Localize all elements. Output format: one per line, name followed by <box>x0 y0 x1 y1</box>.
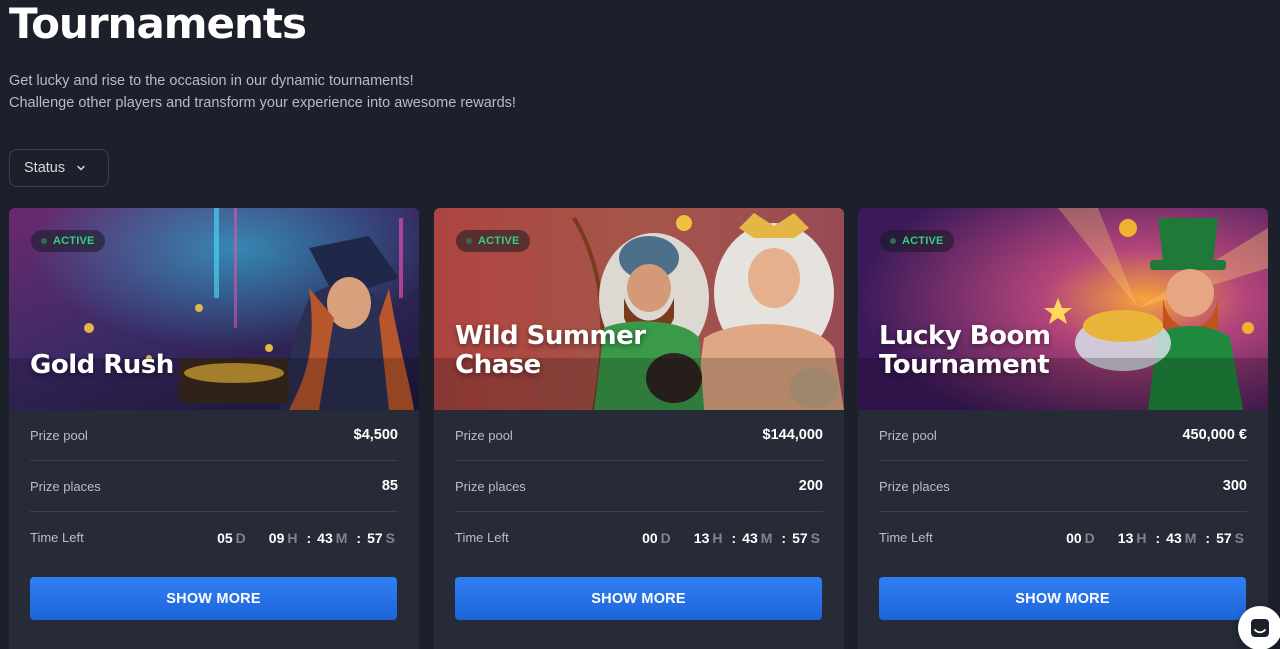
prize-places-row: Prize places 85 <box>30 461 398 512</box>
timer-separator: : <box>356 529 362 546</box>
prize-places-value: 85 <box>381 478 398 494</box>
page-title: Tournaments <box>9 0 307 48</box>
status-badge-label: ACTIVE <box>902 235 944 247</box>
tournament-title: Gold Rush <box>30 350 174 380</box>
prize-places-label: Prize places <box>879 478 950 494</box>
show-more-button[interactable]: SHOW MORE <box>879 577 1246 620</box>
timer-seconds: 57 <box>792 529 808 546</box>
status-badge-label: ACTIVE <box>478 235 520 247</box>
timer-hours: 09 <box>268 529 285 546</box>
timer-minutes-unit: M <box>335 529 348 546</box>
time-left-label: Time Left <box>879 530 933 545</box>
time-left-row: Time Left 00 D 13 H : 43 M : 57 S <box>879 512 1247 563</box>
timer-days: 05 <box>217 529 233 546</box>
prize-places-label: Prize places <box>30 478 101 494</box>
prize-pool-value: 450,000 € <box>1182 427 1247 443</box>
timer-hours-unit: H <box>287 529 298 546</box>
timer-days-unit: D <box>235 529 246 546</box>
timer-days-unit: D <box>1084 529 1095 546</box>
prize-pool-row: Prize pool 450,000 € <box>879 410 1247 461</box>
prize-pool-label: Prize pool <box>879 427 937 443</box>
intro-line-1: Get lucky and rise to the occasion in ou… <box>9 73 414 89</box>
timer-seconds: 57 <box>367 529 383 546</box>
prize-places-value: 300 <box>1222 478 1247 494</box>
tournament-banner[interactable]: ACTIVE Lucky Boom Tournament <box>858 208 1268 410</box>
timer-separator: : <box>1155 529 1161 546</box>
timer-days: 00 <box>642 529 658 546</box>
timer-minutes: 43 <box>317 529 333 546</box>
time-left-label: Time Left <box>455 530 509 545</box>
prize-places-row: Prize places 200 <box>455 461 823 512</box>
timer-minutes-unit: M <box>760 529 773 546</box>
show-more-button[interactable]: SHOW MORE <box>455 577 822 620</box>
timer-days: 00 <box>1066 529 1082 546</box>
timer-minutes: 43 <box>742 529 758 546</box>
prize-pool-value: $144,000 <box>762 427 823 443</box>
status-badge-label: ACTIVE <box>53 235 95 247</box>
chat-icon <box>1251 619 1269 637</box>
timer-seconds-unit: S <box>1234 529 1244 546</box>
prize-pool-row: Prize pool $4,500 <box>30 410 398 461</box>
countdown-timer: 05 D 09 H : 43 M : 57 S <box>217 530 398 546</box>
status-filter-label: Status <box>24 160 66 176</box>
status-dot-icon <box>41 238 47 244</box>
timer-hours-unit: H <box>712 529 723 546</box>
prize-places-row: Prize places 300 <box>879 461 1247 512</box>
prize-pool-row: Prize pool $144,000 <box>455 410 823 461</box>
status-badge: ACTIVE <box>880 230 954 252</box>
intro-line-2: Challenge other players and transform yo… <box>9 95 516 111</box>
status-dot-icon <box>890 238 896 244</box>
timer-hours-unit: H <box>1136 529 1147 546</box>
prize-places-value: 200 <box>798 478 823 494</box>
timer-separator: : <box>1205 529 1211 546</box>
timer-minutes: 43 <box>1166 529 1182 546</box>
chevron-down-icon <box>77 165 85 171</box>
chat-button[interactable] <box>1238 606 1280 649</box>
tournament-title: Wild Summer Chase <box>455 321 646 380</box>
countdown-timer: 00 D 13 H : 43 M : 57 S <box>1066 530 1247 546</box>
status-dot-icon <box>466 238 472 244</box>
tournament-card: ACTIVE Wild Summer Chase Prize pool $144… <box>434 208 844 649</box>
timer-minutes-unit: M <box>1184 529 1197 546</box>
countdown-timer: 00 D 13 H : 43 M : 57 S <box>642 530 823 546</box>
tournament-banner[interactable]: ACTIVE Wild Summer Chase <box>434 208 844 410</box>
timer-seconds: 57 <box>1216 529 1232 546</box>
time-left-row: Time Left 05 D 09 H : 43 M : 57 S <box>30 512 398 563</box>
prize-places-label: Prize places <box>455 478 526 494</box>
tournament-title: Lucky Boom Tournament <box>879 321 1051 380</box>
timer-seconds-unit: S <box>810 529 820 546</box>
timer-hours: 13 <box>693 529 710 546</box>
prize-pool-label: Prize pool <box>455 427 513 443</box>
status-badge: ACTIVE <box>456 230 530 252</box>
time-left-row: Time Left 00 D 13 H : 43 M : 57 S <box>455 512 823 563</box>
prize-pool-value: $4,500 <box>353 427 398 443</box>
timer-days-unit: D <box>660 529 671 546</box>
timer-separator: : <box>306 529 312 546</box>
status-badge: ACTIVE <box>31 230 105 252</box>
status-filter-dropdown[interactable]: Status <box>9 149 109 187</box>
show-more-button[interactable]: SHOW MORE <box>30 577 397 620</box>
time-left-label: Time Left <box>30 530 84 545</box>
tournament-card: ACTIVE Lucky Boom Tournament Prize pool … <box>858 208 1268 649</box>
page-intro: Get lucky and rise to the occasion in ou… <box>9 70 516 114</box>
timer-separator: : <box>731 529 737 546</box>
timer-separator: : <box>781 529 787 546</box>
timer-seconds-unit: S <box>385 529 395 546</box>
tournament-banner[interactable]: ACTIVE Gold Rush <box>9 208 419 410</box>
tournament-card: ACTIVE Gold Rush Prize pool $4,500 Prize… <box>9 208 419 649</box>
prize-pool-label: Prize pool <box>30 427 88 443</box>
timer-hours: 13 <box>1117 529 1134 546</box>
